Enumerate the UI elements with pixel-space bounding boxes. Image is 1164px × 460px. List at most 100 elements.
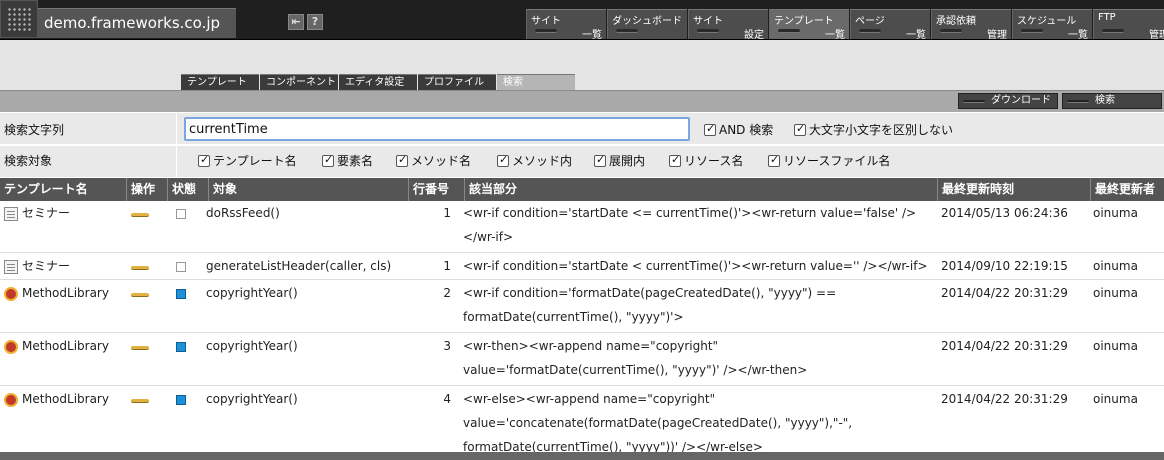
help-icon[interactable]: ? — [307, 14, 323, 30]
nav-sublabel: 一覧 — [906, 30, 926, 41]
column-header[interactable]: 対象 — [208, 178, 408, 201]
template-name[interactable]: MethodLibrary — [22, 387, 109, 411]
results-header: テンプレート名 操作 状態 対象 行番号 該当部分 最終更新時刻 最終更新者 — [0, 178, 1164, 201]
search-target-checkbox[interactable]: リソースファイル名 — [768, 152, 890, 169]
nav-pill-icon — [859, 29, 881, 33]
nav-button[interactable]: ページ 一覧 — [850, 9, 930, 41]
table-row[interactable]: セミナー doRssFeed() 1 <wr-if condition='sta… — [0, 201, 1164, 253]
checkbox-checked-icon — [198, 153, 210, 167]
and-search-checkbox[interactable]: AND 検索 — [704, 121, 773, 138]
nav-label: 承認依頼 — [936, 16, 976, 27]
column-header[interactable]: 最終更新者 — [1090, 178, 1164, 201]
updated-user: oinuma — [1093, 286, 1138, 300]
edit-action-icon[interactable] — [131, 399, 149, 403]
nav-button[interactable]: FTP 管理 — [1093, 9, 1164, 41]
target-name[interactable]: doRssFeed() — [206, 201, 280, 225]
download-button[interactable]: ダウンロード — [958, 93, 1058, 109]
line-number: 3 — [443, 339, 451, 353]
template-name[interactable]: MethodLibrary — [22, 281, 109, 305]
column-header[interactable]: 最終更新時刻 — [937, 178, 1090, 201]
bug-icon — [4, 340, 18, 354]
tab[interactable]: プロファイル — [418, 74, 496, 90]
edit-action-icon[interactable] — [131, 266, 149, 270]
target-name[interactable]: copyrightYear() — [206, 334, 298, 358]
line-number: 2 — [443, 286, 451, 300]
site-name[interactable]: demo.frameworks.co.jp — [38, 8, 236, 38]
target-label: 検索対象 — [4, 154, 53, 168]
search-target-checkbox[interactable]: 要素名 — [322, 152, 373, 169]
case-insensitive-checkbox[interactable]: 大文字小文字を区別しない — [794, 121, 953, 138]
column-header[interactable]: 行番号 — [408, 178, 464, 201]
column-header[interactable]: テンプレート名 — [0, 178, 126, 201]
search-target-checkbox[interactable]: メソッド名 — [396, 152, 471, 169]
search-target-checkbox[interactable]: テンプレート名 — [198, 152, 297, 169]
match-line: value='concatenate(formatDate(pageCreate… — [463, 416, 853, 430]
matched-code: <wr-then><wr-append name="copyright" valu… — [463, 334, 933, 382]
line-number: 4 — [443, 392, 451, 406]
search-button[interactable]: 検索 — [1062, 93, 1162, 109]
target-name[interactable]: copyrightYear() — [206, 387, 298, 411]
updated-time: 2014/05/13 06:24:36 — [941, 206, 1068, 220]
tab[interactable]: エディタ設定 — [339, 74, 417, 90]
nav-button[interactable]: スケジュール 一覧 — [1012, 9, 1092, 41]
nav-label: サイト — [531, 16, 561, 27]
checkbox-checked-icon — [497, 153, 509, 167]
status-icon — [176, 395, 186, 405]
main-nav: サイト 一覧 ダッシュボード サイト 設定 テンプレート 一覧 ページ 一覧 承… — [526, 9, 1164, 41]
search-input[interactable] — [184, 117, 690, 141]
nav-label: テンプレート — [774, 16, 834, 27]
column-header[interactable]: 該当部分 — [464, 178, 937, 201]
table-row[interactable]: セミナー generateListHeader(caller, cls) 1 <… — [0, 254, 1164, 280]
nav-pill-icon — [778, 29, 800, 33]
table-row[interactable]: MethodLibrary copyrightYear() 3 <wr-then… — [0, 334, 1164, 386]
tab[interactable]: コンポーネント — [260, 74, 338, 90]
nav-pill-icon — [940, 29, 962, 33]
nav-button[interactable]: サイト 一覧 — [526, 9, 606, 41]
nav-sublabel: 一覧 — [825, 30, 845, 41]
nav-button[interactable]: サイト 設定 — [688, 9, 768, 41]
checkbox-checked-icon — [322, 153, 334, 167]
search-target-checkbox[interactable]: 展開内 — [594, 152, 645, 169]
nav-label: ダッシュボード — [612, 16, 682, 27]
search-target-checkbox[interactable]: リソース名 — [669, 152, 743, 169]
updated-time: 2014/04/22 20:31:29 — [941, 286, 1068, 300]
tab[interactable]: テンプレート — [181, 74, 259, 90]
nav-pill-icon — [1021, 29, 1043, 33]
bug-icon — [4, 393, 18, 407]
matched-code: <wr-if condition='formatDate(pageCreated… — [463, 281, 933, 329]
line-number: 1 — [443, 206, 451, 220]
app-logo-icon[interactable] — [0, 0, 38, 38]
table-row[interactable]: MethodLibrary copyrightYear() 4 <wr-else… — [0, 387, 1164, 460]
search-target-checkbox[interactable]: メソッド内 — [497, 152, 572, 169]
nav-sublabel: 管理 — [987, 30, 1007, 41]
nav-button[interactable]: テンプレート 一覧 — [769, 9, 849, 41]
query-label: 検索文字列 — [4, 123, 65, 137]
nav-button[interactable]: ダッシュボード — [607, 9, 687, 39]
target-name[interactable]: copyrightYear() — [206, 281, 298, 305]
column-header[interactable]: 操作 — [126, 178, 167, 201]
table-row[interactable]: MethodLibrary copyrightYear() 2 <wr-if c… — [0, 281, 1164, 333]
edit-action-icon[interactable] — [131, 293, 149, 297]
nav-label: ページ — [855, 16, 885, 27]
edit-action-icon[interactable] — [131, 213, 149, 217]
checkbox-checked-icon — [594, 153, 606, 167]
updated-user: oinuma — [1093, 259, 1138, 273]
bug-icon — [4, 287, 18, 301]
template-name[interactable]: MethodLibrary — [22, 334, 109, 358]
nav-sublabel: 一覧 — [1068, 30, 1088, 41]
status-icon — [176, 209, 186, 219]
edit-action-icon[interactable] — [131, 346, 149, 350]
tab[interactable]: 検索 — [497, 74, 575, 90]
logout-icon[interactable]: ⇤ — [288, 14, 304, 30]
checkbox-checked-icon — [794, 122, 806, 136]
column-header[interactable]: 状態 — [167, 178, 208, 201]
footer-bar — [0, 452, 1164, 460]
template-name[interactable]: セミナー — [22, 201, 70, 225]
line-number: 1 — [443, 259, 451, 273]
checkbox-checked-icon — [704, 122, 716, 136]
nav-label: FTP — [1098, 12, 1116, 23]
target-name[interactable]: generateListHeader(caller, cls) — [206, 254, 391, 278]
nav-button[interactable]: 承認依頼 管理 — [931, 9, 1011, 41]
page-icon — [4, 207, 18, 221]
template-name[interactable]: セミナー — [22, 254, 70, 278]
